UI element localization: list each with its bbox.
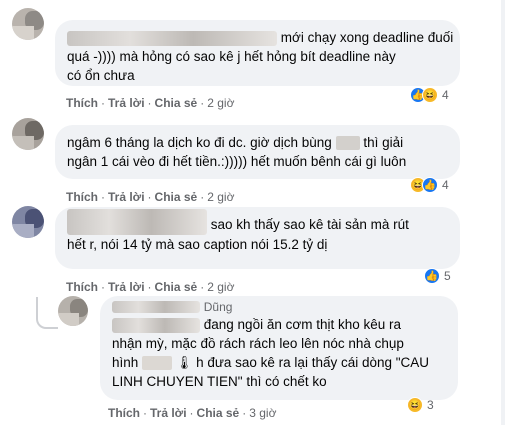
- comment-bubble: Dũng đang ngồi ăn cơm thịt kho kêu ra nh…: [100, 296, 458, 400]
- comment-actions: Thích · Trả lời · Chia sẻ · 3 giờ: [108, 406, 277, 420]
- blurred-name: [112, 317, 200, 333]
- share-link[interactable]: Chia sẻ: [197, 406, 240, 420]
- comment-actions: Thích · Trả lời · Chia sẻ · 2 giờ: [66, 96, 235, 110]
- timestamp[interactable]: 2 giờ: [207, 96, 234, 110]
- emoji-icon: 🌡: [175, 355, 193, 370]
- comment-line: sao kh thấy sao kê tài sản mà rút: [67, 209, 448, 236]
- comment-line: Dũng: [112, 299, 446, 315]
- like-link[interactable]: Thích: [66, 190, 98, 204]
- comment-text: hình: [112, 355, 139, 370]
- reaction-count: 4: [442, 88, 449, 102]
- haha-icon: 😆: [422, 87, 438, 103]
- comment-text: LINH CHUYEN TIEN" thì có chết ko: [112, 374, 327, 389]
- comment-line: hình 🌡 h đưa sao kê ra lại thấy cái dòng…: [112, 353, 446, 372]
- comment-text: hết r, nói 14 tỷ mà sao caption nói 15.2…: [67, 237, 328, 253]
- comment-bubble: sao kh thấy sao kê tài sản mà rút hết r,…: [55, 207, 460, 269]
- timestamp[interactable]: 2 giờ: [207, 190, 234, 204]
- share-link[interactable]: Chia sẻ: [155, 280, 198, 294]
- reaction-count: 3: [427, 398, 434, 412]
- comment-actions: Thích · Trả lời · Chia sẻ · 2 giờ: [66, 190, 235, 204]
- timestamp[interactable]: 2 giờ: [207, 280, 234, 294]
- reaction-summary[interactable]: 😆 👍 4: [410, 175, 449, 195]
- avatar[interactable]: [12, 8, 44, 40]
- blurred-name: [67, 209, 207, 236]
- like-link[interactable]: Thích: [66, 96, 98, 110]
- comment-actions: Thích · Trả lời · Chia sẻ · 2 giờ: [66, 280, 235, 294]
- reply-link[interactable]: Trả lời: [150, 406, 187, 420]
- like-icon: 👍: [424, 268, 440, 284]
- blurred-name: [67, 30, 277, 46]
- blurred-word: [142, 356, 173, 371]
- reply-link[interactable]: Trả lời: [108, 190, 145, 204]
- scrollbar[interactable]: [501, 0, 505, 425]
- comment-text: ngân 1 cái vèo đi hết tiền.:))))) hết mu…: [67, 154, 407, 169]
- comment-text: sao kh thấy sao kê tài sản mà rút: [210, 217, 409, 232]
- reaction-summary[interactable]: 👍 5: [424, 266, 451, 286]
- comment-text: nhận mỳ, mặc đồ rách rách leo lên nóc nh…: [112, 336, 404, 351]
- reply-link[interactable]: Trả lời: [108, 96, 145, 110]
- reply-connector: [36, 297, 58, 329]
- blurred-word: [335, 136, 360, 151]
- comment-text: quá -)))) mà hỏng có sao kê j hết hỏng b…: [67, 49, 396, 64]
- comment-text: có ổn chưa: [67, 68, 135, 83]
- avatar[interactable]: [12, 206, 44, 238]
- comment-text: ngâm 6 tháng la dịch ko đi dc. giờ dịch …: [67, 135, 332, 150]
- comment-bubble: ngâm 6 tháng la dịch ko đi dc. giờ dịch …: [55, 125, 460, 179]
- comment-line: đang ngồi ăn cơm thịt kho kêu ra: [112, 315, 446, 334]
- comment-text: thì giải: [363, 135, 404, 150]
- like-icon: 👍: [422, 177, 438, 193]
- like-link[interactable]: Thích: [108, 406, 140, 420]
- share-link[interactable]: Chia sẻ: [155, 96, 198, 110]
- reaction-count: 4: [442, 178, 449, 192]
- like-link[interactable]: Thích: [66, 280, 98, 294]
- reaction-count: 5: [444, 269, 451, 283]
- reply-link[interactable]: Trả lời: [108, 280, 145, 294]
- comment-line: ngâm 6 tháng la dịch ko đi dc. giờ dịch …: [67, 133, 448, 152]
- comment-text: h đưa sao kê ra lại thấy cái dòng "CAU: [196, 355, 430, 370]
- avatar[interactable]: [58, 296, 88, 326]
- reaction-summary[interactable]: 😆 3: [407, 395, 434, 415]
- comment-text: đang ngồi ăn cơm thịt kho kêu ra: [203, 317, 401, 332]
- comment-bubble: mới chạy xong deadline đuối quá -)))) mà…: [55, 20, 460, 86]
- reaction-summary[interactable]: 👍 😆 4: [410, 85, 449, 105]
- comment-line: mới chạy xong deadline đuối: [67, 28, 453, 47]
- timestamp[interactable]: 3 giờ: [249, 406, 276, 420]
- commenter-tag[interactable]: Dũng: [204, 300, 233, 314]
- comment-text: mới chạy xong deadline đuối: [280, 30, 454, 45]
- share-link[interactable]: Chia sẻ: [155, 190, 198, 204]
- avatar[interactable]: [12, 118, 44, 150]
- haha-icon: 😆: [407, 397, 423, 413]
- blurred-name: [112, 301, 200, 314]
